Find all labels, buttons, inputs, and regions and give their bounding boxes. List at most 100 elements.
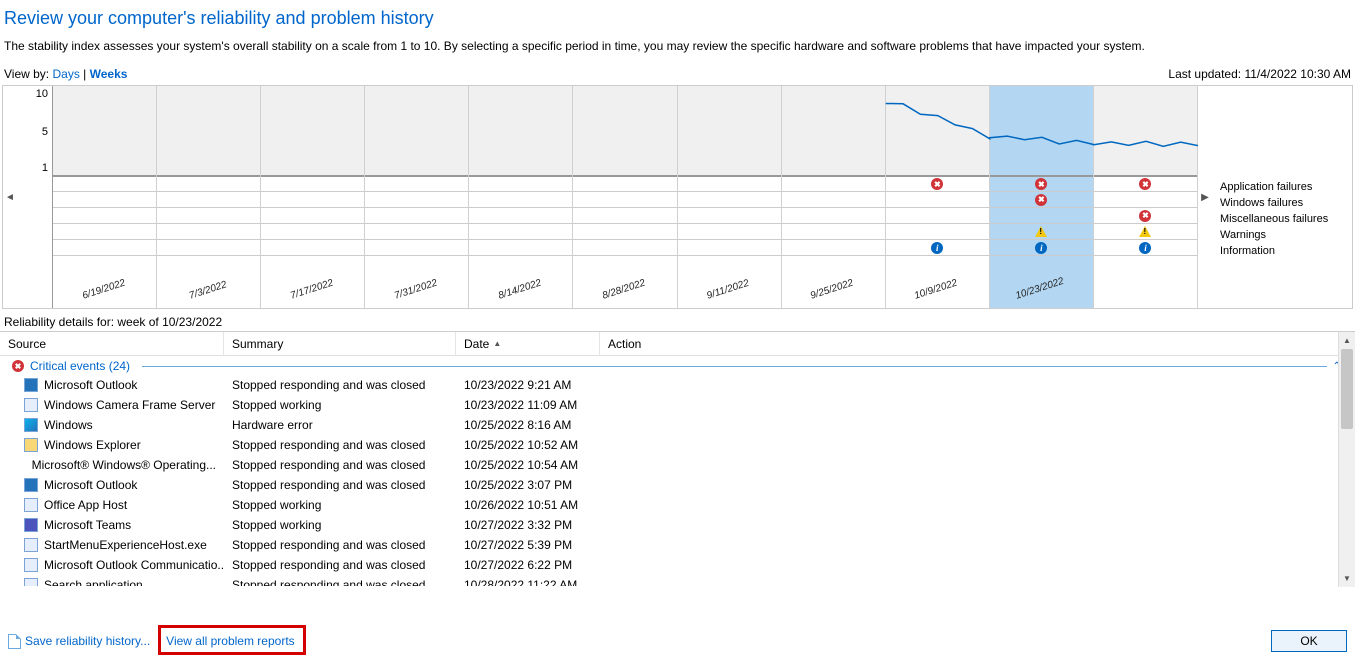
scroll-thumb[interactable] xyxy=(1341,349,1353,429)
cell-date: 10/25/2022 10:52 AM xyxy=(456,438,600,452)
table-row[interactable]: Microsoft OutlookStopped responding and … xyxy=(0,475,1355,495)
error-icon xyxy=(1139,210,1151,222)
warn-icon xyxy=(1139,226,1151,237)
view-by-days-link[interactable]: Days xyxy=(52,67,79,81)
cell-summary: Stopped responding and was closed xyxy=(224,478,456,492)
cell-summary: Stopped responding and was closed xyxy=(224,458,456,472)
events-table: Source Summary Date ▲ Action Critical ev… xyxy=(0,331,1355,587)
chart-date-label: 8/14/2022 xyxy=(497,278,543,302)
chart-nav-left[interactable]: ◄ xyxy=(3,86,17,308)
stability-chart: ◄ 10 5 1 6/19/20227/3/20227/17/20227/31/… xyxy=(2,85,1353,309)
sort-asc-icon: ▲ xyxy=(493,339,501,348)
table-row[interactable]: StartMenuExperienceHost.exeStopped respo… xyxy=(0,535,1355,555)
cell-date: 10/23/2022 11:09 AM xyxy=(456,398,600,412)
chart-date-label: 6/19/2022 xyxy=(81,278,127,302)
th-date[interactable]: Date ▲ xyxy=(456,332,600,355)
row-label-app-failures: Application failures xyxy=(1212,180,1352,196)
chart-date-label: 9/25/2022 xyxy=(809,278,855,302)
cell-summary: Stopped working xyxy=(224,498,456,512)
app-icon xyxy=(24,558,38,572)
chart-column[interactable]: 7/17/2022 xyxy=(261,86,365,308)
view-by-row: View by: Days | Weeks xyxy=(4,67,127,81)
cell-source: Windows Explorer xyxy=(0,438,224,452)
details-header-prefix: Reliability details for: xyxy=(4,315,117,329)
table-row[interactable]: Microsoft TeamsStopped working10/27/2022… xyxy=(0,515,1355,535)
th-date-label: Date xyxy=(464,337,489,351)
group-label: Critical events (24) xyxy=(30,359,130,373)
cell-date: 10/27/2022 3:32 PM xyxy=(456,518,600,532)
chart-column[interactable]: 7/31/2022 xyxy=(365,86,469,308)
details-header-value: week of 10/23/2022 xyxy=(117,315,222,329)
app-icon xyxy=(24,498,38,512)
cell-date: 10/28/2022 11:22 AM xyxy=(456,578,600,586)
cell-source: Microsoft Outlook xyxy=(0,478,224,492)
error-icon xyxy=(1139,178,1151,190)
chart-nav-right[interactable]: ▶ xyxy=(1198,86,1212,308)
details-header: Reliability details for: week of 10/23/2… xyxy=(0,309,1355,331)
table-row[interactable]: Microsoft OutlookStopped responding and … xyxy=(0,375,1355,395)
app-icon xyxy=(24,578,38,586)
chart-date-label: 9/11/2022 xyxy=(706,278,751,302)
yaxis-1: 1 xyxy=(42,162,48,174)
table-body: Critical events (24) ⌃ Microsoft Outlook… xyxy=(0,356,1355,586)
ok-button[interactable]: OK xyxy=(1271,630,1347,652)
cell-date: 10/27/2022 5:39 PM xyxy=(456,538,600,552)
chart-column[interactable]: 9/11/2022 xyxy=(678,86,782,308)
save-reliability-history-link[interactable]: Save reliability history... xyxy=(8,634,150,649)
th-summary[interactable]: Summary xyxy=(224,332,456,355)
chart-column[interactable]: 8/14/2022 xyxy=(469,86,573,308)
table-row[interactable]: Search applicationStopped responding and… xyxy=(0,575,1355,586)
scroll-track[interactable] xyxy=(1339,349,1355,570)
chart-column[interactable]: 8/28/2022 xyxy=(573,86,677,308)
app-icon xyxy=(24,378,38,392)
error-icon xyxy=(12,360,24,372)
table-row[interactable]: WindowsHardware error10/25/2022 8:16 AM xyxy=(0,415,1355,435)
chart-grid: 6/19/2022 7/3/2022 7/17/2022 7/31/2022 8/14/… xyxy=(53,86,1198,308)
row-labels: Application failures Windows failures Mi… xyxy=(1212,86,1352,308)
table-row[interactable]: Windows ExplorerStopped responding and w… xyxy=(0,435,1355,455)
view-by-label: View by: xyxy=(4,67,49,81)
cell-summary: Stopped working xyxy=(224,518,456,532)
group-divider xyxy=(142,366,1327,367)
cell-source: Microsoft Teams xyxy=(0,518,224,532)
app-icon xyxy=(24,418,38,432)
info-icon xyxy=(1139,242,1151,254)
table-row[interactable]: Office App HostStopped working10/26/2022… xyxy=(0,495,1355,515)
scroll-down-button[interactable]: ▼ xyxy=(1339,570,1355,587)
chart-column[interactable]: 6/19/2022 xyxy=(53,86,157,308)
th-source[interactable]: Source xyxy=(0,332,224,355)
error-icon xyxy=(1035,178,1047,190)
cell-date: 10/27/2022 6:22 PM xyxy=(456,558,600,572)
th-action[interactable]: Action xyxy=(600,332,1355,355)
chart-column[interactable]: 9/25/2022 xyxy=(782,86,886,308)
cell-date: 10/25/2022 8:16 AM xyxy=(456,418,600,432)
chart-column[interactable]: 7/3/2022 xyxy=(157,86,261,308)
page-description: The stability index assesses your system… xyxy=(0,39,1355,67)
cell-summary: Stopped responding and was closed xyxy=(224,578,456,586)
warn-icon xyxy=(1035,226,1047,237)
group-critical-events[interactable]: Critical events (24) ⌃ xyxy=(0,356,1355,375)
error-icon xyxy=(931,178,943,190)
cell-summary: Stopped working xyxy=(224,398,456,412)
app-icon xyxy=(24,438,38,452)
table-row[interactable]: Microsoft® Windows® Operating...Stopped … xyxy=(0,455,1355,475)
yaxis-5: 5 xyxy=(42,126,48,138)
table-row[interactable]: Microsoft Outlook Communicatio...Stopped… xyxy=(0,555,1355,575)
cell-summary: Stopped responding and was closed xyxy=(224,558,456,572)
chart-column[interactable]: 10/9/2022 xyxy=(886,86,990,308)
scroll-up-button[interactable]: ▲ xyxy=(1339,332,1355,349)
cell-source: Windows xyxy=(0,418,224,432)
cell-source: Search application xyxy=(0,578,224,586)
view-by-weeks-link[interactable]: Weeks xyxy=(90,67,128,81)
app-icon xyxy=(24,538,38,552)
table-row[interactable]: Windows Camera Frame ServerStopped worki… xyxy=(0,395,1355,415)
chart-column[interactable] xyxy=(1094,86,1198,308)
cell-source: StartMenuExperienceHost.exe xyxy=(0,538,224,552)
cell-source: Office App Host xyxy=(0,498,224,512)
chart-date-label: 7/17/2022 xyxy=(289,278,335,302)
vertical-scrollbar[interactable]: ▲ ▼ xyxy=(1338,332,1355,587)
chart-column[interactable]: 10/23/2022 xyxy=(990,86,1094,308)
view-all-problem-reports-link[interactable]: View all problem reports xyxy=(166,634,295,648)
row-label-information: Information xyxy=(1212,244,1352,260)
document-icon xyxy=(8,634,21,649)
